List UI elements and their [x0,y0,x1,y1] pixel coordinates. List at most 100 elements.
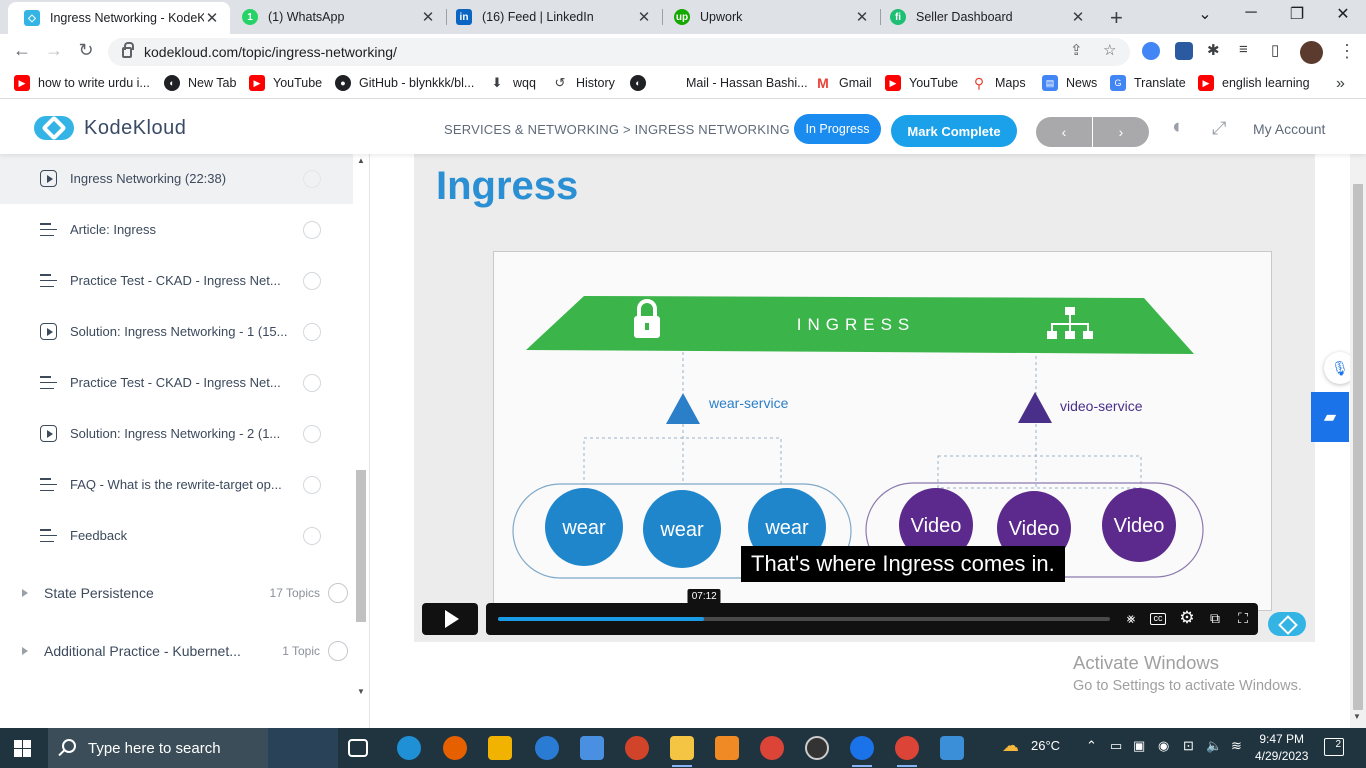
bookmark-item[interactable]: ▶ english learning [1198,75,1310,91]
lesson-status-circle[interactable] [303,475,321,494]
bookmark-item[interactable]: ⚲ Maps [971,75,1026,91]
close-tab-icon[interactable]: ✕ [854,8,870,26]
picture-in-picture-icon[interactable]: ⧉ [1206,610,1224,627]
weather-temperature[interactable]: 26°C [1031,738,1060,753]
play-button[interactable] [422,603,478,635]
close-tab-icon[interactable]: ✕ [1070,8,1086,26]
mark-complete-button[interactable]: Mark Complete [891,115,1017,147]
photos-icon[interactable] [940,736,964,760]
bluetooth-icon[interactable]: ⊡ [1183,738,1194,754]
edge-icon[interactable] [397,736,421,760]
restore-button[interactable]: ❐ [1274,4,1320,24]
browser-menu-icon[interactable]: ⋮ [1338,41,1356,62]
section-status-circle[interactable] [328,641,348,661]
taskbar-search[interactable]: Type here to search [48,728,338,768]
notifications-icon[interactable]: 2 [1324,738,1344,756]
bookmark-item[interactable]: ⬇ wqq [489,75,536,91]
kodekloud-logo[interactable]: KodeKloud [34,114,186,142]
skype-icon[interactable] [535,736,559,760]
lesson-item[interactable]: Ingress Networking (22:38) [0,154,353,204]
lesson-item[interactable]: FAQ - What is the rewrite-target op... [0,459,353,510]
wifi-icon[interactable]: ≋ [1231,738,1242,754]
side-panel-icon[interactable]: ▯ [1271,41,1279,59]
address-bar[interactable]: kodekloud.com/topic/ingress-networking/ [108,38,1130,66]
tab-search-icon[interactable]: ⌄ [1182,4,1228,24]
scroll-down-arrow-icon[interactable]: ▼ [1353,712,1361,721]
dark-mode-toggle-icon[interactable]: ◐ [1172,115,1185,139]
bookmark-item[interactable]: ▶ YouTube [249,75,322,91]
voice-extension-icon[interactable] [1142,42,1160,60]
download-extension-icon[interactable] [1175,42,1193,60]
page-scrollbar[interactable]: ▼ [1350,154,1366,728]
volume-icon[interactable]: 🔈 [1206,738,1222,754]
reload-button[interactable]: ↻ [74,40,98,61]
lesson-status-circle[interactable] [303,169,321,188]
extensions-puzzle-icon[interactable]: ✱ [1207,41,1220,59]
system-clock[interactable]: 9:47 PM 4/29/2023 [1255,731,1308,765]
browser-tab-seller-dashboard[interactable]: fi Seller Dashboard ✕ [874,0,1096,34]
fullscreen-icon[interactable]: ⤢ [1212,118,1226,139]
firefox-icon[interactable] [443,736,467,760]
device-icon[interactable]: ▣ [1133,738,1145,754]
sidebar-scrollbar[interactable]: ▲ ▼ [355,154,367,728]
more-bookmarks-icon[interactable]: » [1336,75,1345,93]
app-swirl-icon[interactable] [625,736,649,760]
bookmark-item[interactable]: ◐ New Tab [164,75,236,91]
chrome-profile-2-icon[interactable] [895,736,919,767]
bookmark-item[interactable]: ↺ History [552,75,615,91]
previous-lesson-button[interactable]: ‹ [1036,117,1092,147]
section-additional-practice[interactable]: Additional Practice - Kubernet... 1 Topi… [0,622,353,680]
show-hidden-icons[interactable]: ⌃ [1086,738,1097,754]
page-scroll-thumb[interactable] [1353,184,1363,710]
lesson-item[interactable]: Solution: Ingress Networking - 1 (15... [0,306,353,357]
chrome-profile-icon[interactable] [850,736,874,767]
back-button[interactable]: ← [10,40,34,61]
camera-icon[interactable]: ◉ [1158,738,1169,754]
close-tab-icon[interactable]: ✕ [420,8,436,26]
bookmark-item[interactable]: ● GitHub - blynkkk/bl... [335,75,474,91]
forward-button[interactable]: → [42,40,66,61]
fullscreen-icon[interactable]: ⛶ [1234,610,1252,627]
lesson-status-circle[interactable] [303,322,321,341]
lesson-status-circle[interactable] [303,526,321,545]
lesson-status-circle[interactable] [303,271,321,290]
scroll-down-arrow-icon[interactable]: ▼ [357,687,365,696]
close-window-button[interactable]: ✕ [1320,4,1366,24]
section-state-persistence[interactable]: State Persistence 17 Topics [0,564,353,622]
bookmark-item[interactable]: G Translate [1110,75,1186,91]
seek-bar[interactable]: 07:12 [498,589,1110,621]
minimize-button[interactable]: ─ [1228,4,1274,22]
volume-muted-icon[interactable]: ⨳ [1122,610,1140,627]
bookmark-item[interactable]: ▶ YouTube [885,75,958,91]
settings-app-icon[interactable] [715,736,739,760]
chrome-icon[interactable] [760,736,784,760]
weather-icon[interactable]: ☁ [1002,736,1019,756]
close-tab-icon[interactable]: ✕ [204,9,220,27]
new-tab-button[interactable]: + [1110,5,1123,31]
sidebar-scroll-thumb[interactable] [356,470,366,622]
video-player[interactable]: Ingress INGRESS wear-service video-servi… [414,154,1315,642]
mail-icon[interactable] [580,736,604,760]
task-view-icon[interactable] [348,739,368,757]
microsoft-store-icon[interactable] [488,736,512,760]
bookmark-star-icon[interactable]: ☆ [1103,41,1116,59]
lesson-item[interactable]: Practice Test - CKAD - Ingress Net... [0,255,353,306]
windows-start-icon[interactable] [14,740,31,757]
scroll-up-arrow-icon[interactable]: ▲ [357,156,365,165]
chat-icon[interactable]: ▰ [1311,392,1349,442]
bookmark-item[interactable]: ▶ how to write urdu i... [14,75,150,91]
browser-tab-linkedin[interactable]: in (16) Feed | LinkedIn ✕ [440,0,662,34]
in-progress-button[interactable]: In Progress [794,114,881,144]
lesson-status-circle[interactable] [303,424,321,443]
file-explorer-icon[interactable] [670,736,694,767]
lesson-status-circle[interactable] [303,220,321,239]
bookmark-item[interactable]: ▤ News [1042,75,1097,91]
lesson-status-circle[interactable] [303,373,321,392]
lock-icon[interactable] [122,41,134,58]
battery-icon[interactable]: ▭ [1110,738,1122,754]
lesson-item[interactable]: Practice Test - CKAD - Ingress Net... [0,357,353,408]
profile-avatar[interactable] [1300,41,1323,64]
closed-captions-icon[interactable]: cc [1150,613,1166,625]
obs-icon[interactable] [805,736,829,760]
browser-tab-upwork[interactable]: up Upwork ✕ [658,0,880,34]
